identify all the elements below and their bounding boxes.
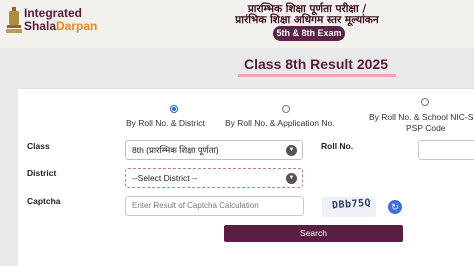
roll-no-label: Roll No. <box>321 141 354 151</box>
radio-roll-district[interactable] <box>170 105 178 113</box>
exam-badge: 5th & 8th Exam <box>273 26 345 41</box>
captcha-image: DBb75Q <box>322 197 376 217</box>
option-label-roll-school-code-line2: PSP Code <box>406 123 446 133</box>
captcha-text: DBb75Q <box>331 197 372 212</box>
option-label-roll-district: By Roll No. & District <box>126 118 205 128</box>
roll-no-input[interactable] <box>418 140 474 160</box>
captcha-label: Captcha <box>27 196 61 206</box>
chevron-down-icon: ▼ <box>286 145 297 156</box>
captcha-input[interactable]: Enter Result of Captcha Calculation <box>125 196 304 216</box>
radio-roll-school-code[interactable] <box>421 98 429 106</box>
option-label-roll-school-code-line1: By Roll No. & School NIC-SD C <box>369 112 474 122</box>
option-label-roll-application: By Roll No. & Application No. <box>225 118 335 128</box>
class-label: Class <box>27 141 50 151</box>
class-select-value: 8th (प्रारम्भिक शिक्षा पूर्णता) <box>132 145 219 155</box>
integrated-shaladarpan-logo[interactable]: Integrated ShalaDarpan <box>2 3 102 39</box>
refresh-icon[interactable]: ↻ <box>388 200 402 214</box>
state-emblem-icon <box>6 7 22 33</box>
logo-text-shala: Shala <box>24 19 57 33</box>
chevron-down-icon: ▼ <box>286 173 297 184</box>
radio-roll-application[interactable] <box>282 105 290 113</box>
district-select-value: --Select District -- <box>132 173 198 183</box>
district-label: District <box>27 168 57 178</box>
class-select[interactable]: 8th (प्रारम्भिक शिक्षा पूर्णता) ▼ <box>125 140 303 160</box>
site-header: Integrated ShalaDarpan प्रारम्भिक शिक्षा… <box>0 0 474 48</box>
logo-text-darpan: Darpan <box>56 19 98 33</box>
title-underline <box>238 74 396 77</box>
logo-text-line2: ShalaDarpan <box>24 20 97 33</box>
district-select[interactable]: --Select District -- ▼ <box>125 168 303 188</box>
hindi-title-line2: प्रारंभिक शिक्षा अधिगम स्तर मूल्यांकन <box>235 14 379 26</box>
search-button[interactable]: Search <box>224 225 403 242</box>
